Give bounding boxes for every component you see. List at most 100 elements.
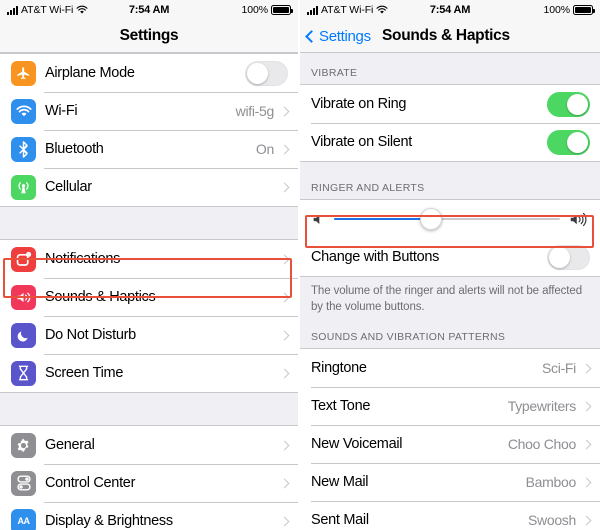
section-ringer-header-wrap: RINGER AND ALERTS [300, 162, 600, 199]
sidebar-item-notifications[interactable]: Notifications [0, 240, 298, 278]
row-vibrate-on-silent[interactable]: Vibrate on Silent [300, 123, 600, 161]
airplane-icon [11, 60, 36, 86]
chevron-right-icon [279, 144, 290, 154]
wifi-icon [11, 98, 36, 124]
section-header-ringer-and-alerts: RINGER AND ALERTS [300, 182, 600, 199]
row-change-with-buttons[interactable]: Change with Buttons [300, 238, 600, 276]
chevron-right-icon [279, 292, 290, 302]
sounds-haptics-list[interactable]: VIBRATE Vibrate on Ring Vibrate on Silen… [300, 53, 600, 530]
cellular-signal-icon [7, 5, 18, 15]
row-label: New Mail [311, 474, 369, 491]
row-text-tone[interactable]: Text Tone Typewriters [300, 387, 600, 426]
battery-full-icon [573, 5, 595, 15]
hourglass-icon [11, 360, 36, 386]
moon-icon [11, 322, 36, 348]
ringer-volume-fill [334, 218, 432, 220]
battery-percent-label: 100% [543, 4, 571, 16]
chevron-right-icon [581, 477, 592, 487]
sidebar-item-cellular[interactable]: Cellular [0, 168, 298, 206]
sidebar-item-label: Sounds & Haptics [45, 289, 156, 305]
sidebar-item-airplane-mode[interactable]: Airplane Mode [0, 54, 298, 92]
row-value: Swoosh [527, 512, 576, 529]
chevron-right-icon [581, 515, 592, 525]
chevron-right-icon [279, 106, 290, 116]
sidebar-item-wifi[interactable]: Wi-Fi wifi-5g [0, 92, 298, 130]
section-header-sounds-and-vibration-patterns: SOUNDS AND VIBRATION PATTERNS [300, 331, 600, 349]
row-label: Vibrate on Silent [311, 134, 413, 150]
chevron-right-icon [279, 478, 290, 488]
status-bar-time: 7:54 AM [128, 4, 170, 16]
chevron-right-icon [581, 363, 592, 373]
section-vibrate-header-wrap: VIBRATE [300, 53, 600, 84]
chevron-right-icon [279, 182, 290, 192]
section-sounds-and-vibration-patterns: Ringtone Sci-Fi Text Tone Typewriters Ne… [300, 348, 600, 530]
carrier-label: AT&T Wi-Fi [21, 4, 74, 16]
row-vibrate-on-ring[interactable]: Vibrate on Ring [300, 85, 600, 123]
ringer-volume-track[interactable] [334, 208, 560, 230]
settings-list[interactable]: Airplane Mode Wi-Fi wifi-5g Bluetooth On… [0, 53, 298, 530]
sidebar-item-screen-time[interactable]: Screen Time [0, 354, 298, 392]
back-button[interactable]: Settings [305, 27, 371, 45]
speaker-high-icon [569, 212, 588, 227]
back-button-label: Settings [319, 27, 371, 45]
carrier-label: AT&T Wi-Fi [321, 4, 374, 16]
chevron-right-icon [279, 254, 290, 264]
row-value: Choo Choo [507, 436, 576, 453]
bluetooth-icon [11, 136, 36, 162]
sidebar-item-label: Notifications [45, 251, 121, 267]
row-new-mail[interactable]: New Mail Bamboo [300, 463, 600, 502]
right-phone-screen: AT&T Wi-Fi 7:54 AM 100% Settings Sounds … [300, 0, 600, 530]
row-value: Sci-Fi [542, 360, 576, 377]
status-bar: AT&T Wi-Fi 7:54 AM 100% [300, 0, 600, 20]
sidebar-item-control-center[interactable]: Control Center [0, 464, 298, 502]
left-nav-bar: Settings [0, 20, 298, 53]
chevron-right-icon [279, 368, 290, 378]
page-title: Settings [119, 27, 179, 44]
sidebar-item-do-not-disturb[interactable]: Do Not Disturb [0, 316, 298, 354]
ringer-volume-thumb[interactable] [420, 208, 443, 230]
sidebar-item-label: Screen Time [45, 365, 124, 381]
row-label: Ringtone [311, 360, 367, 377]
wifi-icon [376, 5, 388, 15]
row-new-voicemail[interactable]: New Voicemail Choo Choo [300, 425, 600, 464]
group-separator [0, 207, 298, 239]
row-value: Bamboo [525, 474, 577, 491]
battery-percent-label: 100% [241, 4, 269, 16]
settings-group-system: General Control Center AA Display & Brig… [0, 425, 298, 530]
section-ringer-and-alerts: Change with Buttons [300, 199, 600, 277]
ringer-volume-slider-row[interactable] [300, 200, 600, 238]
row-label: Text Tone [311, 398, 371, 415]
left-phone-screen: AT&T Wi-Fi 7:54 AM 100% Settings Airplan… [0, 0, 298, 530]
status-bar: AT&T Wi-Fi 7:54 AM 100% [0, 0, 298, 20]
chevron-right-icon [279, 330, 290, 340]
sounds-haptics-icon [11, 284, 36, 310]
sidebar-item-value: On [255, 141, 274, 157]
dual-screenshot-container: AT&T Wi-Fi 7:54 AM 100% Settings Airplan… [0, 0, 600, 530]
sidebar-item-sounds-haptics[interactable]: Sounds & Haptics [0, 278, 298, 316]
group-separator [0, 393, 298, 425]
vibrate-on-silent-toggle[interactable] [547, 129, 590, 155]
chevron-right-icon [279, 440, 290, 450]
row-sent-mail[interactable]: Sent Mail Swoosh [300, 501, 600, 530]
section-sounds-header-wrap: SOUNDS AND VIBRATION PATTERNS [300, 315, 600, 349]
battery-full-icon [271, 5, 293, 15]
gear-icon [11, 432, 36, 458]
wifi-icon [76, 5, 88, 15]
airplane-mode-toggle[interactable] [245, 60, 288, 86]
section-header-vibrate: VIBRATE [300, 67, 600, 84]
settings-group-alerts: Notifications Sounds & Haptics Do Not Di… [0, 239, 298, 393]
row-ringtone[interactable]: Ringtone Sci-Fi [300, 349, 600, 388]
row-label: New Voicemail [311, 436, 403, 453]
sidebar-item-label: Wi-Fi [45, 103, 78, 119]
settings-group-connectivity: Airplane Mode Wi-Fi wifi-5g Bluetooth On… [0, 53, 298, 207]
row-value: Typewriters [507, 398, 577, 415]
change-with-buttons-toggle[interactable] [547, 244, 590, 270]
sidebar-item-bluetooth[interactable]: Bluetooth On [0, 130, 298, 168]
sidebar-item-label: Airplane Mode [45, 65, 135, 81]
sidebar-item-display-brightness[interactable]: AA Display & Brightness [0, 502, 298, 530]
vibrate-on-ring-toggle[interactable] [547, 91, 590, 117]
speaker-low-icon [312, 213, 325, 226]
sidebar-item-label: Do Not Disturb [45, 327, 136, 343]
sidebar-item-general[interactable]: General [0, 426, 298, 464]
sidebar-item-label: Bluetooth [45, 141, 104, 157]
